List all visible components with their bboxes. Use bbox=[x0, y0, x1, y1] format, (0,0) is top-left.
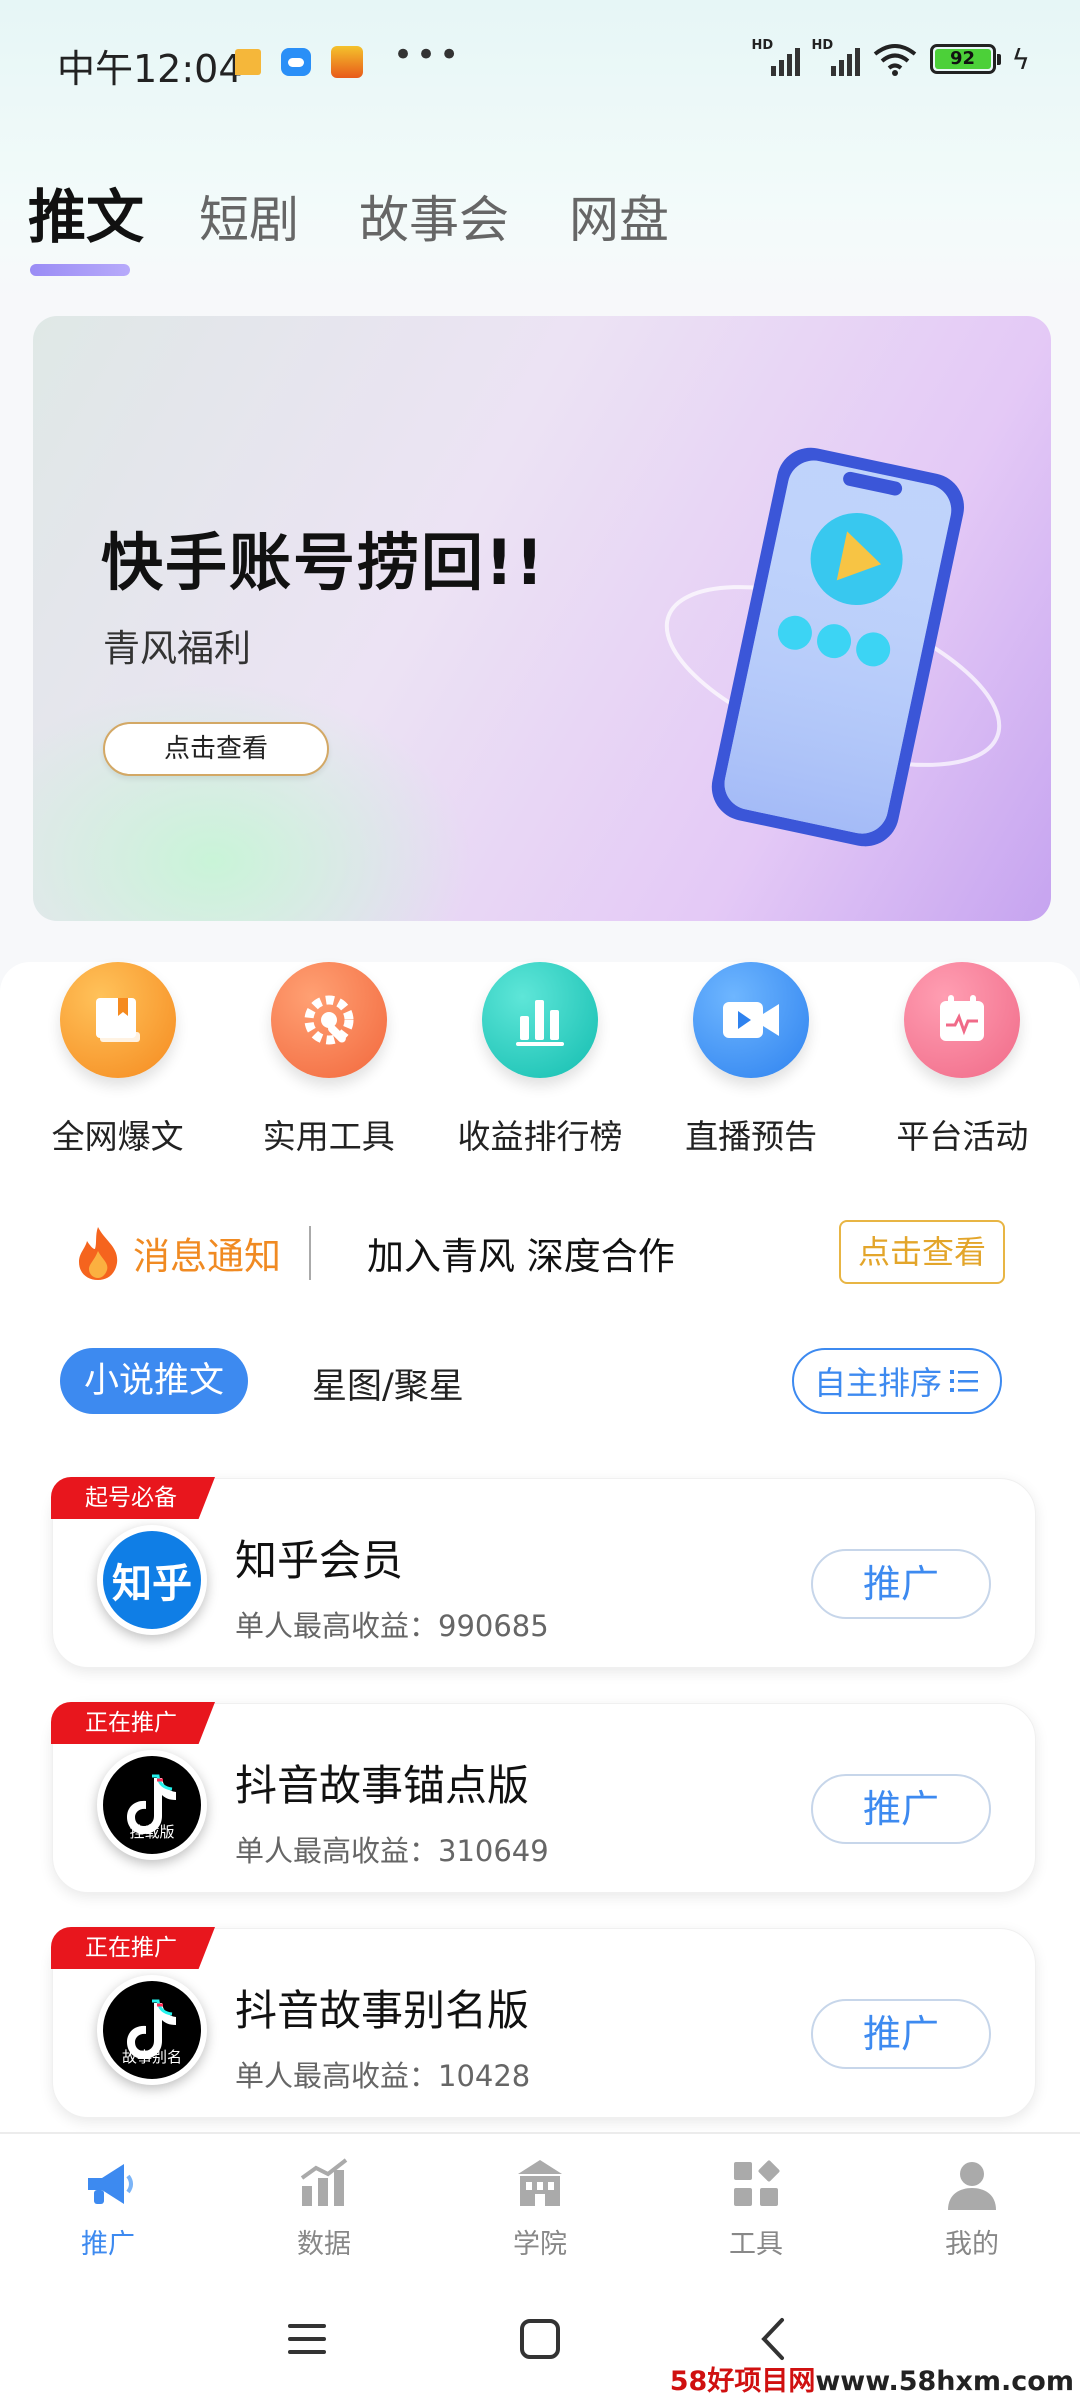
book-icon bbox=[59, 962, 176, 1078]
category-tabs: 小说推文 星图/聚星 自主排序 bbox=[60, 1348, 1002, 1414]
tab-duanju[interactable]: 短剧 bbox=[199, 180, 299, 252]
signal-icon: HD bbox=[812, 38, 860, 76]
wifi-icon bbox=[873, 44, 916, 76]
promote-button[interactable]: 推广 bbox=[811, 1549, 991, 1619]
building-icon bbox=[518, 2160, 562, 2206]
cloud-notification-icon bbox=[281, 48, 311, 76]
nav-academy[interactable]: 学院 bbox=[432, 2134, 648, 2280]
status-bar: 中午12:04 ••• HD HD 92 ϟ bbox=[0, 0, 1080, 120]
tab-wangpan[interactable]: 网盘 bbox=[569, 180, 669, 252]
nav-data[interactable]: 数据 bbox=[216, 2134, 432, 2280]
status-indicators: HD HD 92 ϟ bbox=[752, 38, 1030, 76]
tools-icon bbox=[270, 962, 387, 1078]
card-earnings: 单人最高收益：310649 bbox=[235, 1834, 549, 1868]
home-icon[interactable] bbox=[515, 2314, 565, 2364]
megaphone-icon bbox=[88, 2164, 133, 2204]
menu-icon[interactable] bbox=[282, 2314, 332, 2364]
nav-promote[interactable]: 推广 bbox=[0, 2134, 216, 2280]
more-notifications-icon: ••• bbox=[393, 35, 463, 75]
top-tabs: 推文 短剧 故事会 网盘 bbox=[28, 170, 729, 254]
bar-chart-icon bbox=[481, 962, 598, 1078]
list-item[interactable]: 正在推广 挂载版 抖音故事锚点版 单人最高收益：310649 推广 bbox=[51, 1702, 1036, 1893]
notice-title: 消息通知 bbox=[133, 1235, 281, 1278]
message-notification-icon bbox=[235, 49, 261, 75]
nav-tools[interactable]: 工具 bbox=[648, 2134, 864, 2280]
quick-actions: 全网爆文 实用工具 收益排行榜 直播预告 平台活动 bbox=[0, 962, 1080, 1158]
banner-title: 快手账号捞回!! bbox=[101, 526, 546, 599]
tiktok-logo-icon: 挂载版 bbox=[97, 1750, 207, 1860]
system-navigation-bar: 58好项目网www.58hxm.com bbox=[0, 2280, 1080, 2400]
back-icon[interactable] bbox=[750, 2314, 800, 2364]
quick-action-earnings-ranking[interactable]: 收益排行榜 bbox=[440, 962, 640, 1158]
promo-banner[interactable]: 快手账号捞回!! 青风福利 点击查看 bbox=[33, 316, 1051, 921]
promote-button[interactable]: 推广 bbox=[811, 1774, 991, 1844]
quick-action-platform-events[interactable]: 平台活动 bbox=[862, 962, 1062, 1158]
fire-icon bbox=[79, 1227, 118, 1280]
custom-sort-button[interactable]: 自主排序 bbox=[792, 1348, 1002, 1414]
sort-label: 自主排序 bbox=[813, 1364, 942, 1402]
list-item[interactable]: 起号必备 知乎 知乎会员 单人最高收益：990685 推广 bbox=[51, 1477, 1036, 1668]
notice-text[interactable]: 加入青风 深度合作 bbox=[367, 1226, 675, 1280]
chart-icon bbox=[300, 2158, 348, 2206]
status-time: 中午12:04 bbox=[57, 47, 243, 91]
card-title: 知乎会员 bbox=[235, 1536, 404, 1585]
tab-novel-promotion[interactable]: 小说推文 bbox=[60, 1348, 248, 1414]
card-earnings: 单人最高收益：10428 bbox=[235, 2059, 531, 2093]
card-badge: 正在推广 bbox=[51, 1702, 215, 1744]
app-notification-icon bbox=[331, 46, 363, 78]
card-title: 抖音故事别名版 bbox=[235, 1986, 530, 2035]
tab-xingtu-juxing[interactable]: 星图/聚星 bbox=[312, 1358, 464, 1409]
active-tab-indicator bbox=[30, 264, 130, 276]
nav-profile[interactable]: 我的 bbox=[864, 2134, 1080, 2280]
video-camera-icon bbox=[693, 962, 810, 1078]
message-notice: 消息通知 加入青风 深度合作 点击查看 bbox=[75, 1218, 1005, 1288]
battery-icon: 92 bbox=[929, 44, 1001, 74]
list-icon bbox=[950, 1370, 978, 1392]
card-earnings: 单人最高收益：990685 bbox=[235, 1609, 549, 1643]
banner-subtitle: 青风福利 bbox=[103, 627, 251, 670]
battery-level: 92 bbox=[934, 49, 991, 69]
calendar-icon bbox=[904, 962, 1021, 1078]
charging-icon: ϟ bbox=[1011, 42, 1030, 76]
promote-button[interactable]: 推广 bbox=[811, 1999, 991, 2069]
user-icon bbox=[948, 2162, 996, 2210]
phone-illustration-icon bbox=[664, 447, 1002, 847]
zhihu-logo-icon: 知乎 bbox=[97, 1525, 207, 1635]
bottom-navigation: 推广 数据 学院 工具 我的 bbox=[0, 2132, 1080, 2280]
apps-icon bbox=[734, 2160, 780, 2206]
watermark: 58好项目网www.58hxm.com bbox=[669, 2366, 1074, 2397]
notice-view-button[interactable]: 点击查看 bbox=[839, 1220, 1005, 1284]
tiktok-logo-icon: 故事别名 bbox=[97, 1975, 207, 2085]
signal-icon: HD bbox=[752, 38, 800, 76]
notification-icons: ••• bbox=[235, 35, 462, 78]
quick-action-live-preview[interactable]: 直播预告 bbox=[651, 962, 851, 1158]
quick-action-tools[interactable]: 实用工具 bbox=[229, 962, 429, 1158]
banner-view-button[interactable]: 点击查看 bbox=[103, 722, 329, 776]
notice-divider bbox=[309, 1226, 311, 1280]
list-item[interactable]: 正在推广 故事别名 抖音故事别名版 单人最高收益：10428 推广 bbox=[51, 1927, 1036, 2118]
tab-tuiwen[interactable]: 推文 bbox=[28, 170, 144, 254]
quick-action-hot-articles[interactable]: 全网爆文 bbox=[18, 962, 218, 1158]
card-title: 抖音故事锚点版 bbox=[235, 1761, 530, 1810]
card-badge: 起号必备 bbox=[51, 1477, 215, 1519]
tab-gushihui[interactable]: 故事会 bbox=[359, 180, 509, 252]
card-badge: 正在推广 bbox=[51, 1927, 215, 1969]
